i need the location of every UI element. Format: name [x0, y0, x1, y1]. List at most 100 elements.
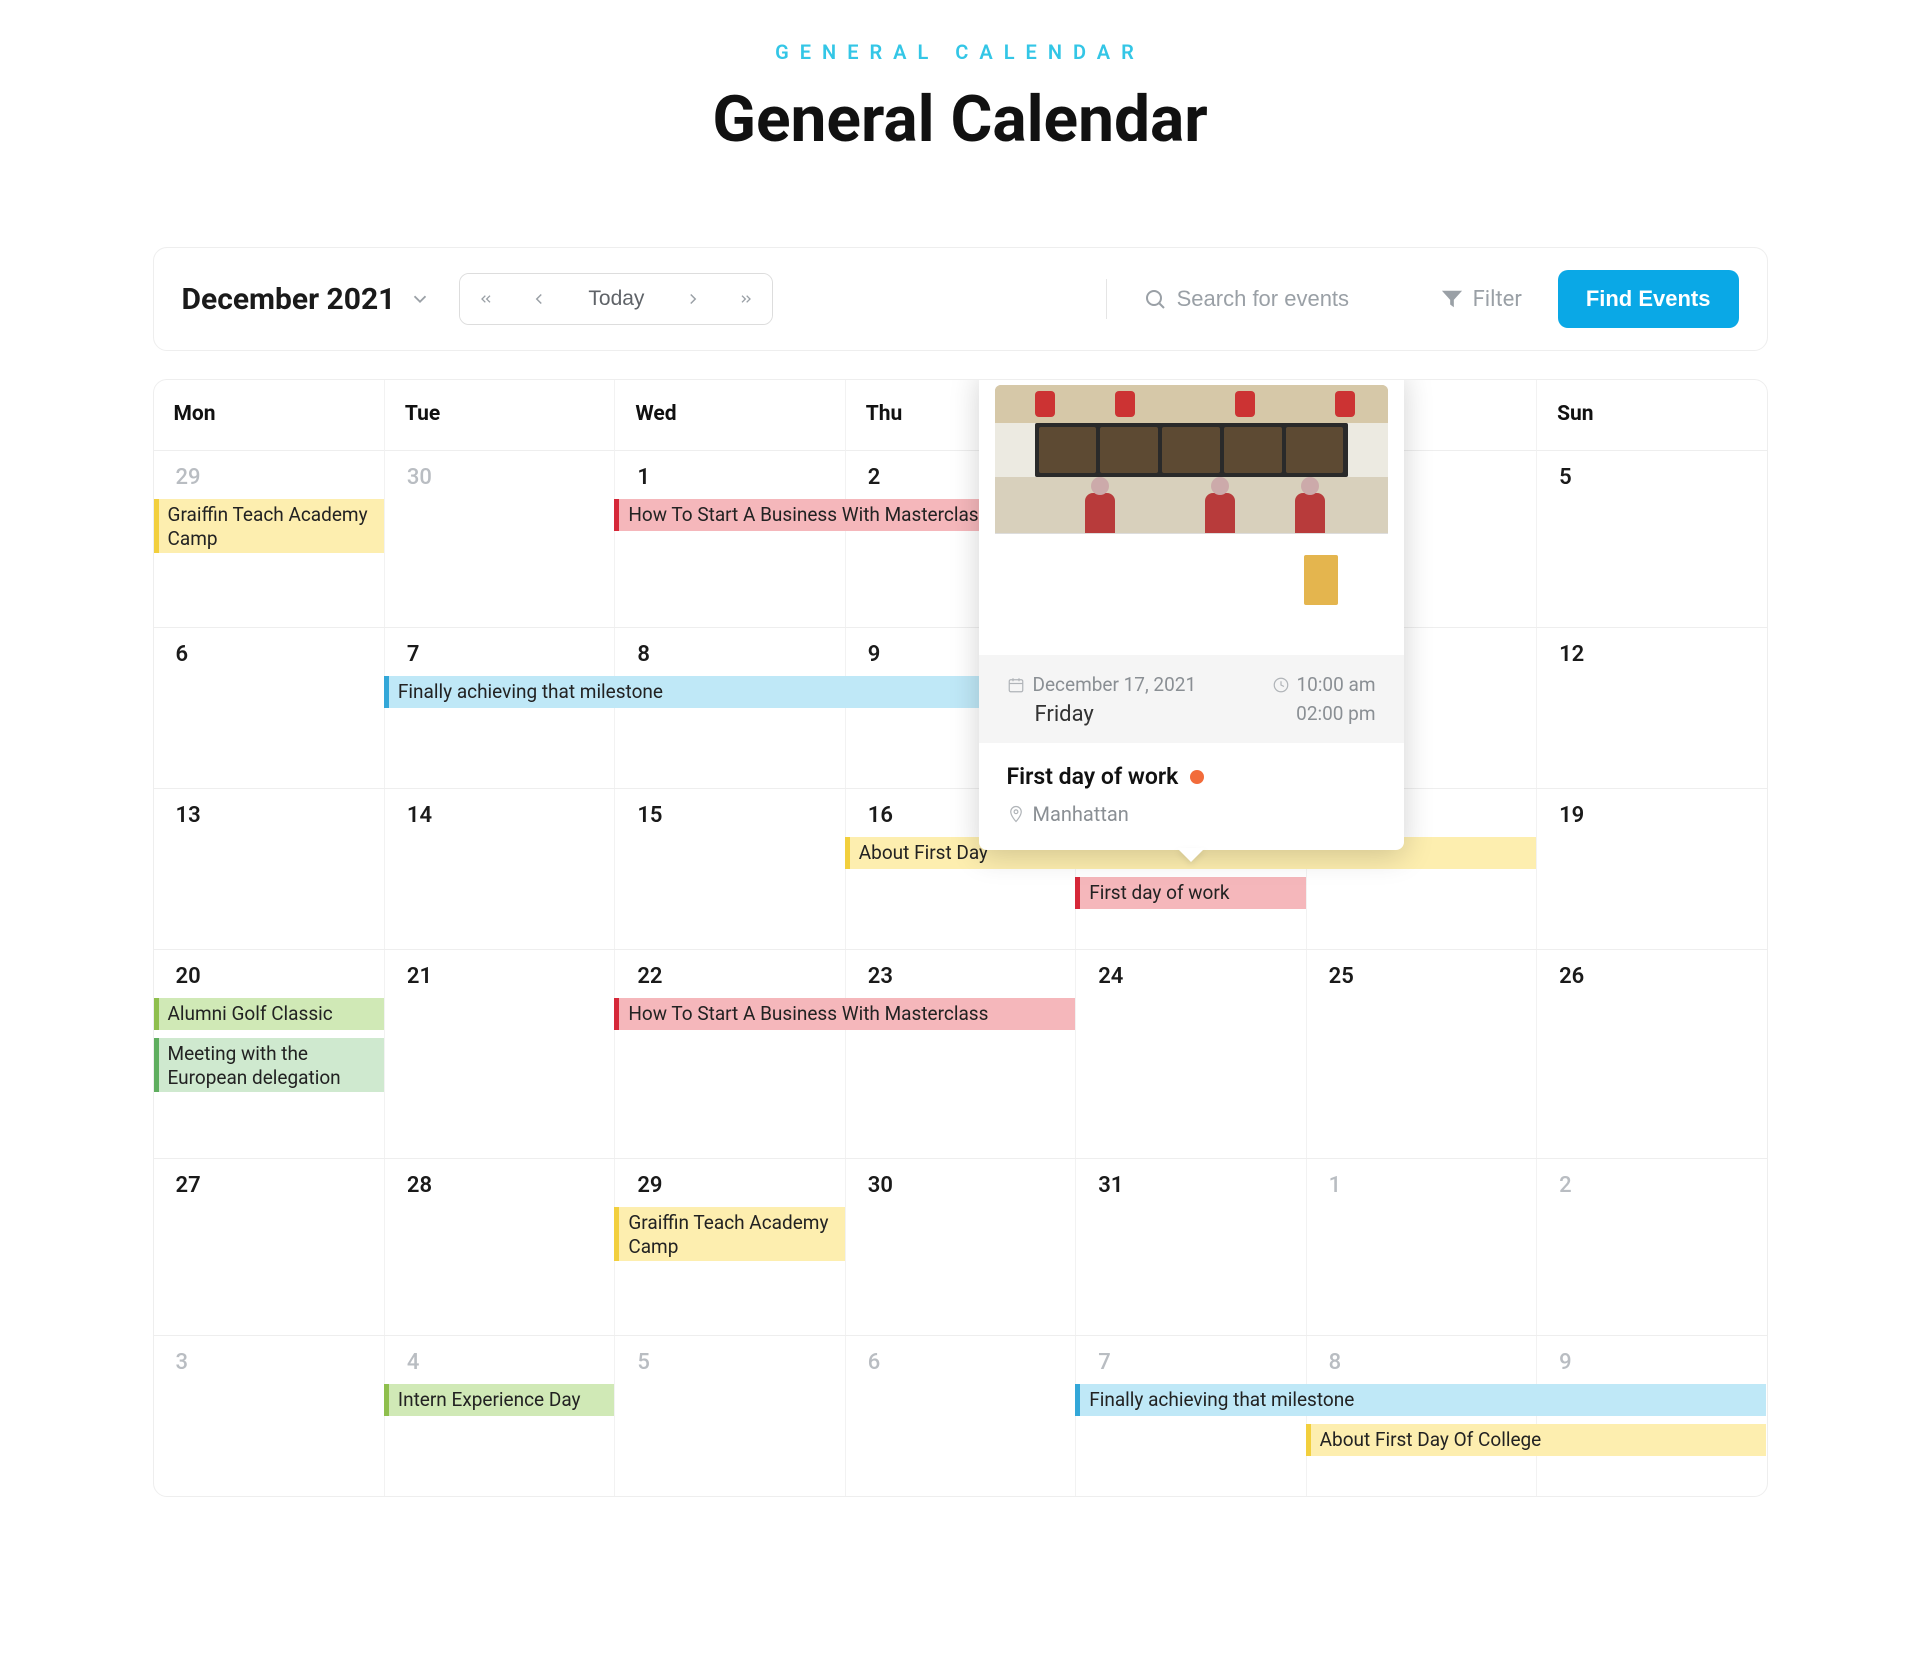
calendar-event[interactable]: Graiffin Teach Academy Camp	[614, 1207, 844, 1261]
calendar-cell[interactable]: 5	[614, 1336, 844, 1496]
calendar-cell[interactable]: 8	[614, 628, 844, 788]
day-number: 25	[1321, 964, 1522, 989]
calendar-cell[interactable]: 31	[1075, 1159, 1305, 1335]
day-header: Tue	[384, 380, 614, 451]
calendar-cell[interactable]: 30	[845, 1159, 1075, 1335]
day-number: 30	[399, 465, 600, 490]
calendar-cell[interactable]: 6	[154, 628, 384, 788]
calendar-cell[interactable]: 12	[1536, 628, 1766, 788]
calendar-week: 27 28 29 30 31 1 2 Graiffin Teach Academy Camp	[154, 1159, 1767, 1336]
calendar-event[interactable]: Finally achieving that milestone	[1075, 1384, 1766, 1416]
day-number: 30	[860, 1173, 1061, 1198]
day-number: 6	[168, 642, 370, 667]
calendar-cell[interactable]: 19	[1536, 789, 1766, 949]
calendar-cell[interactable]: 1	[1306, 1159, 1536, 1335]
calendar-cell[interactable]: 1	[614, 451, 844, 627]
calendar-cell[interactable]: 23	[845, 950, 1075, 1158]
calendar-week: 293012345Graiffin Teach Academy CampHow …	[154, 451, 1767, 628]
day-number: 31	[1090, 1173, 1291, 1198]
day-number: 28	[399, 1173, 600, 1198]
day-number: 8	[629, 642, 830, 667]
day-number: 2	[1551, 1173, 1752, 1198]
find-events-button[interactable]: Find Events	[1558, 270, 1739, 328]
calendar-event[interactable]: Intern Experience Day	[384, 1384, 614, 1416]
chevron-down-icon	[409, 288, 431, 310]
day-number: 1	[1321, 1173, 1522, 1198]
event-popover: December 17, 2021 Friday 10:00 am 02:00 …	[979, 379, 1404, 850]
calendar-cell[interactable]: 2	[1536, 1159, 1766, 1335]
calendar-cell[interactable]: 9	[1536, 1336, 1766, 1496]
calendar-cell[interactable]: 28	[384, 1159, 614, 1335]
calendar-event[interactable]: Alumni Golf Classic	[154, 998, 384, 1030]
day-number: 26	[1551, 964, 1752, 989]
day-number: 9	[1551, 1350, 1752, 1375]
search-icon	[1143, 287, 1167, 311]
calendar-cell[interactable]: 8	[1306, 1336, 1536, 1496]
calendar-cell[interactable]: 5	[1536, 451, 1766, 627]
calendar-cell[interactable]: 13	[154, 789, 384, 949]
day-number: 15	[629, 803, 830, 828]
calendar-cell[interactable]: 7	[1075, 1336, 1305, 1496]
event-popover-meta: December 17, 2021 Friday 10:00 am 02:00 …	[979, 655, 1404, 743]
day-number: 14	[399, 803, 600, 828]
calendar-cell[interactable]: 21	[384, 950, 614, 1158]
day-number: 29	[168, 465, 370, 490]
calendar-cell[interactable]: 22	[614, 950, 844, 1158]
current-month-text: December 2021	[182, 282, 396, 317]
calendar-week: 6789101112Finally achieving that milesto…	[154, 628, 1767, 789]
day-number: 12	[1551, 642, 1752, 667]
day-number: 5	[1551, 465, 1752, 490]
calendar-event[interactable]: First day of work	[1075, 877, 1305, 909]
calendar-event[interactable]: Graiffin Teach Academy Camp	[154, 499, 384, 553]
day-number: 29	[629, 1173, 830, 1198]
day-header: Wed	[614, 380, 844, 451]
calendar-cell[interactable]: 15	[614, 789, 844, 949]
calendar-cell[interactable]: 3	[154, 1336, 384, 1496]
page-title: General Calendar	[0, 82, 1920, 157]
search-input[interactable]	[1177, 286, 1397, 312]
event-status-dot-icon	[1190, 770, 1204, 784]
day-number: 19	[1551, 803, 1752, 828]
event-popover-title: First day of work	[1007, 763, 1179, 790]
day-number: 4	[399, 1350, 600, 1375]
double-chevron-right-icon	[738, 291, 754, 307]
day-number: 3	[168, 1350, 370, 1375]
calendar-cell[interactable]: 25	[1306, 950, 1536, 1158]
day-header: Mon	[154, 380, 384, 451]
day-number: 5	[629, 1350, 830, 1375]
day-number: 6	[860, 1350, 1061, 1375]
current-month-selector[interactable]: December 2021	[182, 282, 432, 317]
prev-year-button[interactable]	[460, 274, 512, 324]
calendar-cell[interactable]: 6	[845, 1336, 1075, 1496]
calendar-cell[interactable]: 27	[154, 1159, 384, 1335]
calendar-week: 3 4 5 6 7 8 9 Intern Experience Day Finally achi…	[154, 1336, 1767, 1496]
day-number: 27	[168, 1173, 370, 1198]
calendar-cell[interactable]: 26	[1536, 950, 1766, 1158]
date-nav-group: Today	[459, 273, 773, 325]
chevron-right-icon	[684, 290, 702, 308]
calendar-cell[interactable]: 30	[384, 451, 614, 627]
filter-button[interactable]: Filter	[1433, 287, 1530, 312]
day-number: 7	[1090, 1350, 1291, 1375]
next-year-button[interactable]	[720, 274, 772, 324]
calendar-week: 13141516171819About First DayFirst day o…	[154, 789, 1767, 950]
event-popover-time-start: 10:00 am	[1296, 673, 1375, 696]
calendar-cell[interactable]: 14	[384, 789, 614, 949]
today-button[interactable]: Today	[566, 274, 666, 324]
day-number: 8	[1321, 1350, 1522, 1375]
calendar-event[interactable]: How To Start A Business With Masterclass	[614, 998, 1075, 1030]
calendar-cell[interactable]: 4	[384, 1336, 614, 1496]
event-popover-image	[995, 385, 1388, 655]
calendar-cell[interactable]: 7	[384, 628, 614, 788]
day-number: 21	[399, 964, 600, 989]
calendar-event[interactable]: About First Day Of College	[1306, 1424, 1767, 1456]
prev-month-button[interactable]	[512, 274, 566, 324]
day-number: 20	[168, 964, 370, 989]
filter-label: Filter	[1473, 287, 1522, 312]
next-month-button[interactable]	[666, 274, 720, 324]
calendar-cell[interactable]: 24	[1075, 950, 1305, 1158]
day-number: 22	[629, 964, 830, 989]
calendar-event[interactable]: Meeting with the European delegation	[154, 1038, 384, 1092]
calendar-event[interactable]: Finally achieving that milestone	[384, 676, 1075, 708]
event-popover-day-of-week: Friday	[1007, 702, 1253, 727]
